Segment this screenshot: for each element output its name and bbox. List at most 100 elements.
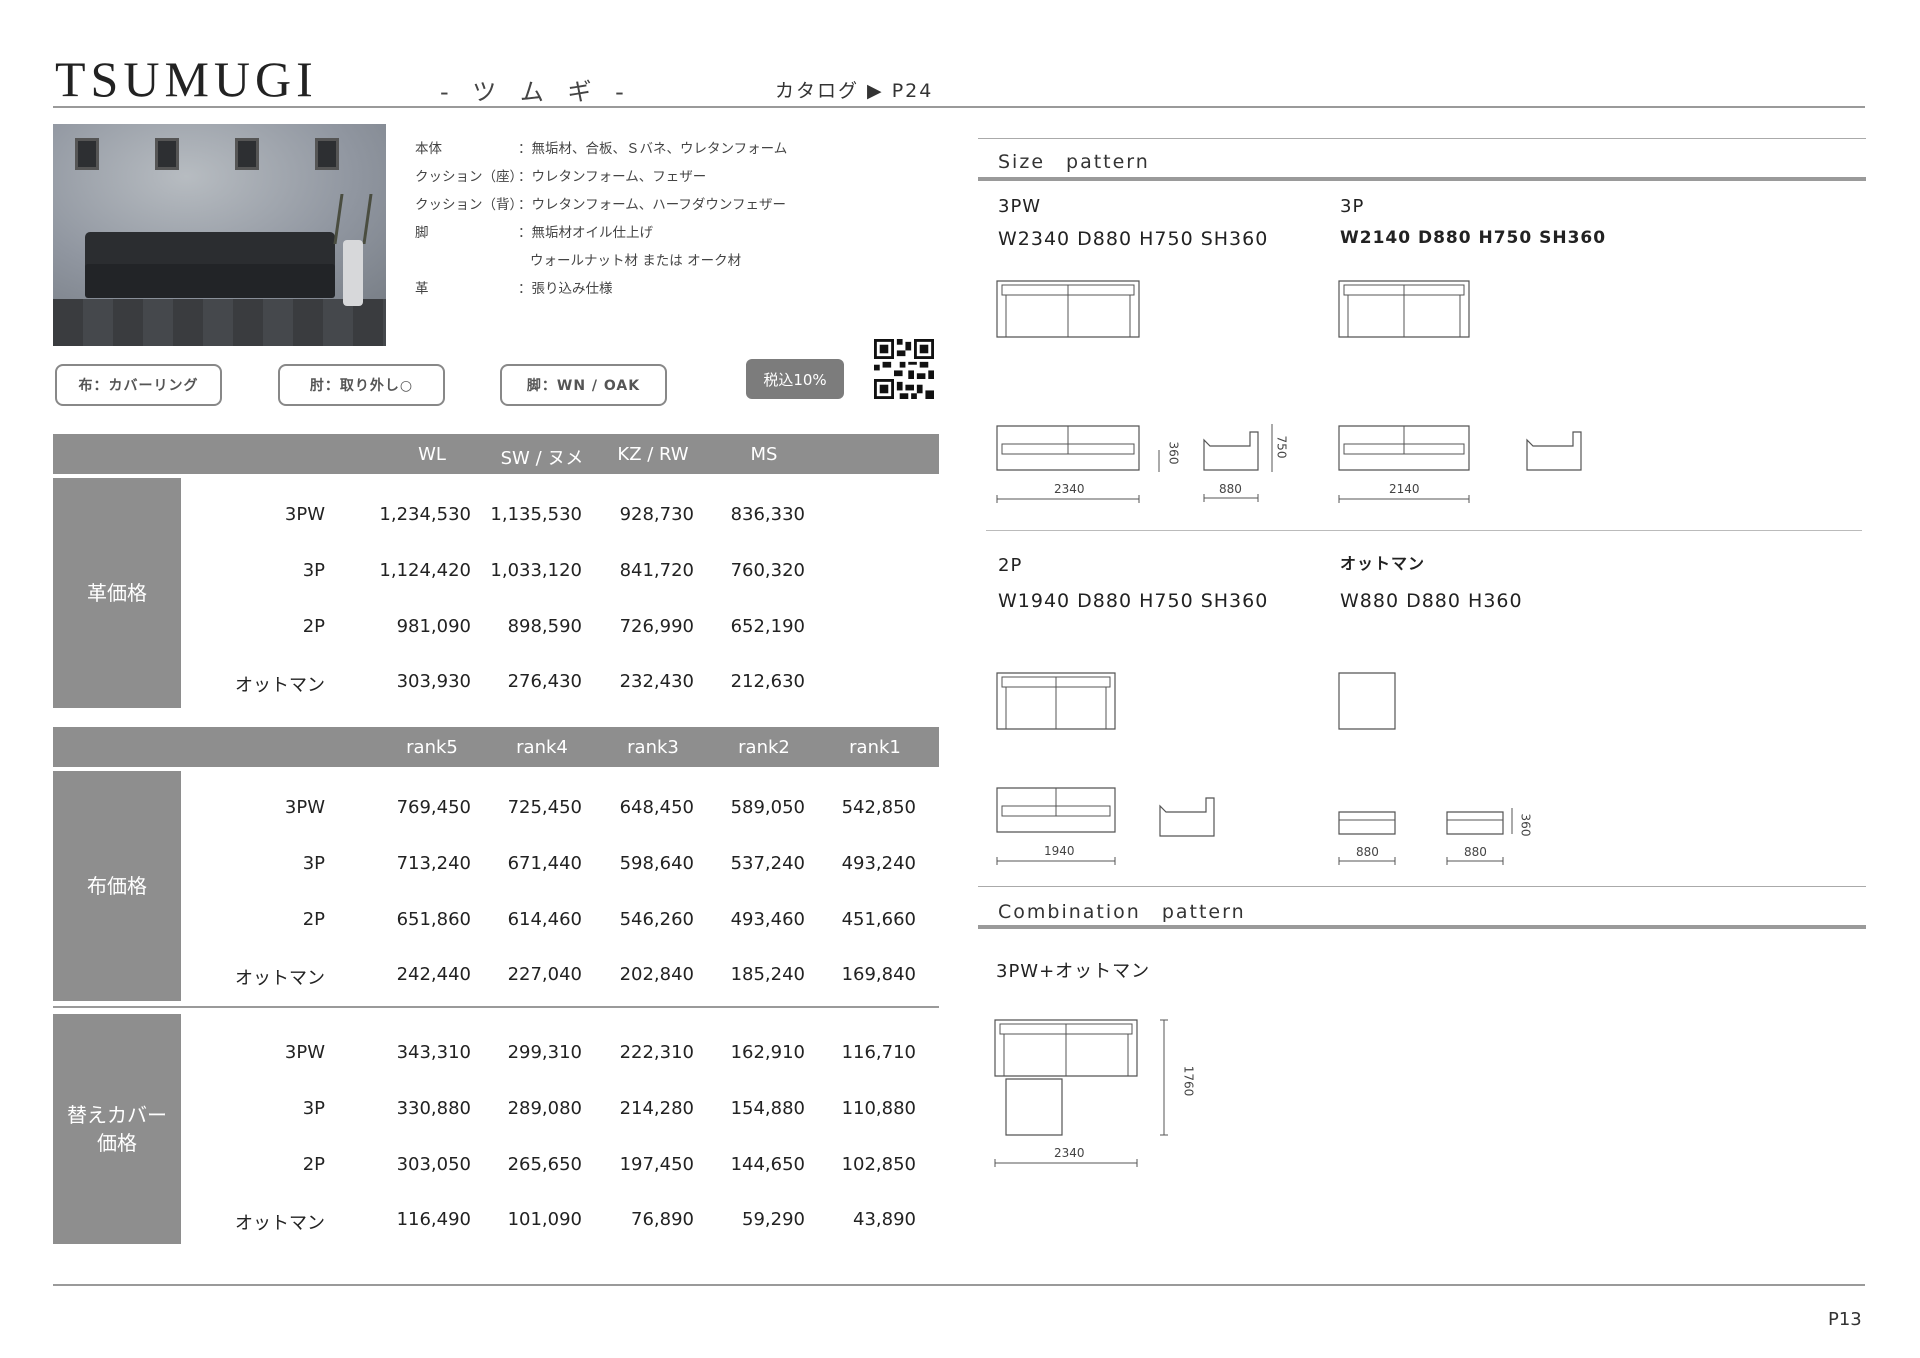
tag-armrest-removable: 肘：取り外し○ bbox=[278, 364, 445, 406]
row-label: 3P bbox=[302, 853, 325, 874]
product-kana: - ツ ム ギ - bbox=[440, 78, 632, 106]
dimension-label: 880 bbox=[1219, 482, 1242, 496]
size-name: 3PW bbox=[998, 196, 1042, 217]
price-cell: 212,630 bbox=[730, 671, 805, 692]
qr-code-icon[interactable] bbox=[874, 339, 934, 399]
dimension-label: 880 bbox=[1464, 845, 1487, 859]
price-cell: 713,240 bbox=[396, 853, 471, 874]
price-cell: 493,460 bbox=[730, 909, 805, 930]
dimension-label: 360 bbox=[1518, 813, 1533, 837]
row-label: 2P bbox=[302, 616, 325, 637]
price-cell: 671,440 bbox=[507, 853, 582, 874]
price-cell: 102,850 bbox=[841, 1154, 916, 1175]
price-cell: 265,650 bbox=[507, 1154, 582, 1175]
dimension-label: 360 bbox=[1166, 441, 1181, 465]
cover-price-label: 替えカバー 価格 bbox=[53, 1014, 181, 1244]
size-pattern-title: Size pattern bbox=[998, 151, 1150, 173]
fabric-price-label: 布価格 bbox=[53, 771, 181, 1001]
price-cell: 546,260 bbox=[619, 909, 694, 930]
price-cell: 59,290 bbox=[742, 1209, 805, 1230]
price-cell: 232,430 bbox=[619, 671, 694, 692]
footer-rule bbox=[53, 1284, 1865, 1286]
column-header: SW / ヌメ bbox=[500, 448, 584, 469]
table-divider bbox=[53, 1006, 939, 1008]
ottoman-plan-drawing bbox=[1338, 672, 1396, 730]
price-cell: 652,190 bbox=[730, 616, 805, 637]
price-cell: 537,240 bbox=[730, 853, 805, 874]
row-label: 2P bbox=[302, 1154, 325, 1175]
price-cell: 725,450 bbox=[507, 797, 582, 818]
page-number: P13 bbox=[1828, 1309, 1862, 1330]
price-cell: 330,880 bbox=[396, 1098, 471, 1119]
price-cell: 169,840 bbox=[841, 964, 916, 985]
price-cell: 43,890 bbox=[853, 1209, 916, 1230]
price-cell: 162,910 bbox=[730, 1042, 805, 1063]
price-cell: 242,440 bbox=[396, 964, 471, 985]
row-label: 2P bbox=[302, 909, 325, 930]
combination-plan-drawing bbox=[994, 1018, 1180, 1168]
row-label: 3P bbox=[302, 1098, 325, 1119]
product-title: TSUMUGI bbox=[55, 51, 318, 107]
sofa-3pw-plan-drawing bbox=[996, 280, 1140, 338]
price-cell: 542,850 bbox=[841, 797, 916, 818]
section-rule bbox=[978, 177, 1866, 181]
price-cell: 144,650 bbox=[730, 1154, 805, 1175]
dimension-label: 750 bbox=[1274, 435, 1289, 459]
row-label: 3PW bbox=[284, 797, 325, 818]
price-cell: 651,860 bbox=[396, 909, 471, 930]
dimension-label: 2340 bbox=[1054, 1146, 1085, 1160]
price-cell: 589,050 bbox=[730, 797, 805, 818]
column-header: rank1 bbox=[849, 737, 901, 758]
size-dimensions: W1940 D880 H750 SH360 bbox=[998, 590, 1269, 612]
price-cell: 303,930 bbox=[396, 671, 471, 692]
price-cell: 110,880 bbox=[841, 1098, 916, 1119]
price-cell: 1,135,530 bbox=[490, 504, 582, 525]
price-cell: 598,640 bbox=[619, 853, 694, 874]
price-cell: 227,040 bbox=[507, 964, 582, 985]
price-cell: 76,890 bbox=[631, 1209, 694, 1230]
size-name: 3P bbox=[1340, 196, 1365, 217]
price-cell: 222,310 bbox=[619, 1042, 694, 1063]
price-cell: 1,234,530 bbox=[379, 504, 471, 525]
price-cell: 185,240 bbox=[730, 964, 805, 985]
combination-name: 3PW+オットマン bbox=[996, 961, 1151, 982]
price-cell: 769,450 bbox=[396, 797, 471, 818]
catalog-reference: カタログ ▶ P24 bbox=[775, 80, 934, 102]
price-cell: 614,460 bbox=[507, 909, 582, 930]
section-rule bbox=[978, 925, 1866, 929]
price-cell: 197,450 bbox=[619, 1154, 694, 1175]
sofa-3p-side-drawing bbox=[1525, 420, 1585, 476]
price-cell: 836,330 bbox=[730, 504, 805, 525]
row-label: 3P bbox=[302, 560, 325, 581]
section-divider bbox=[986, 530, 1862, 531]
leather-price-label: 革価格 bbox=[53, 478, 181, 708]
column-header: rank3 bbox=[627, 737, 679, 758]
price-cell: 116,490 bbox=[396, 1209, 471, 1230]
row-label: 3PW bbox=[284, 1042, 325, 1063]
fabric-header-bar: rank5 rank4 rank3 rank2 rank1 bbox=[53, 727, 939, 767]
row-label: オットマン bbox=[235, 675, 325, 696]
price-cell: 343,310 bbox=[396, 1042, 471, 1063]
price-cell: 116,710 bbox=[841, 1042, 916, 1063]
price-cell: 898,590 bbox=[507, 616, 582, 637]
price-cell: 1,124,420 bbox=[379, 560, 471, 581]
price-cell: 276,430 bbox=[507, 671, 582, 692]
section-rule bbox=[978, 138, 1866, 139]
combination-pattern-title: Combination pattern bbox=[998, 901, 1246, 923]
price-cell: 1,033,120 bbox=[490, 560, 582, 581]
dimension-label: 2140 bbox=[1389, 482, 1420, 496]
section-rule bbox=[978, 886, 1866, 887]
dimension-label: 1760 bbox=[1181, 1065, 1196, 1097]
price-cell: 101,090 bbox=[507, 1209, 582, 1230]
tag-fabric-covering: 布：カバーリング bbox=[55, 364, 222, 406]
price-cell: 451,660 bbox=[841, 909, 916, 930]
dimension-label: 880 bbox=[1356, 845, 1379, 859]
column-header: KZ / RW bbox=[617, 444, 689, 465]
sofa-2p-plan-drawing bbox=[996, 672, 1116, 730]
price-cell: 981,090 bbox=[396, 616, 471, 637]
price-cell: 154,880 bbox=[730, 1098, 805, 1119]
price-cell: 493,240 bbox=[841, 853, 916, 874]
price-cell: 841,720 bbox=[619, 560, 694, 581]
header-rule bbox=[53, 106, 1865, 108]
row-label: オットマン bbox=[235, 968, 325, 989]
